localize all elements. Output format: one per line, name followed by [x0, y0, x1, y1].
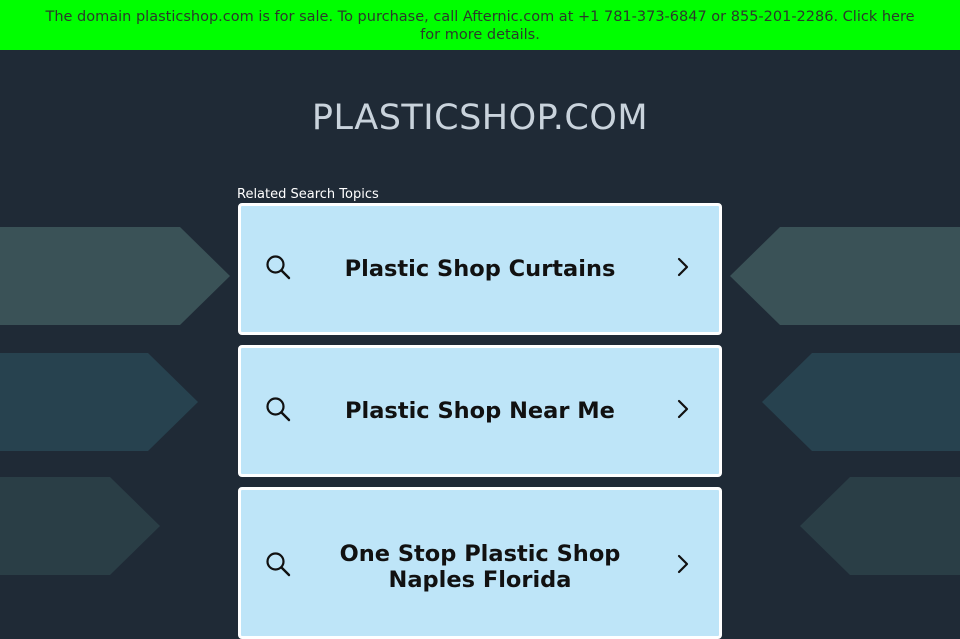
site-title: PLASTICSHOP.COM: [311, 98, 649, 138]
related-topic-link[interactable]: Plastic Shop Curtains: [238, 203, 722, 335]
domain-for-sale-banner[interactable]: The domain plasticshop.com is for sale. …: [0, 0, 960, 50]
banner-text: The domain plasticshop.com is for sale. …: [45, 9, 915, 43]
decorative-arrow-left-3: [0, 477, 162, 575]
related-topic-link[interactable]: One Stop Plastic Shop Naples Florida: [238, 487, 722, 639]
chevron-right-icon: [675, 256, 691, 278]
chevron-right-icon: [675, 398, 691, 420]
related-topic-link[interactable]: Plastic Shop Near Me: [238, 345, 722, 477]
decorative-arrow-right-1: [730, 227, 960, 325]
chevron-right-icon: [675, 553, 691, 575]
related-topic-label: Plastic Shop Near Me: [345, 398, 615, 424]
search-icon: [265, 254, 291, 280]
search-icon: [265, 551, 291, 577]
related-topic-label: Plastic Shop Curtains: [344, 256, 616, 282]
related-topic-label: One Stop Plastic Shop Naples Florida: [339, 541, 621, 593]
decorative-arrow-left-2: [0, 353, 200, 451]
related-search-topics-label: Related Search Topics: [237, 187, 379, 202]
decorative-arrow-left-1: [0, 227, 232, 325]
decorative-arrow-right-2: [762, 353, 960, 451]
decorative-arrow-right-3: [800, 477, 960, 575]
search-icon: [265, 396, 291, 422]
